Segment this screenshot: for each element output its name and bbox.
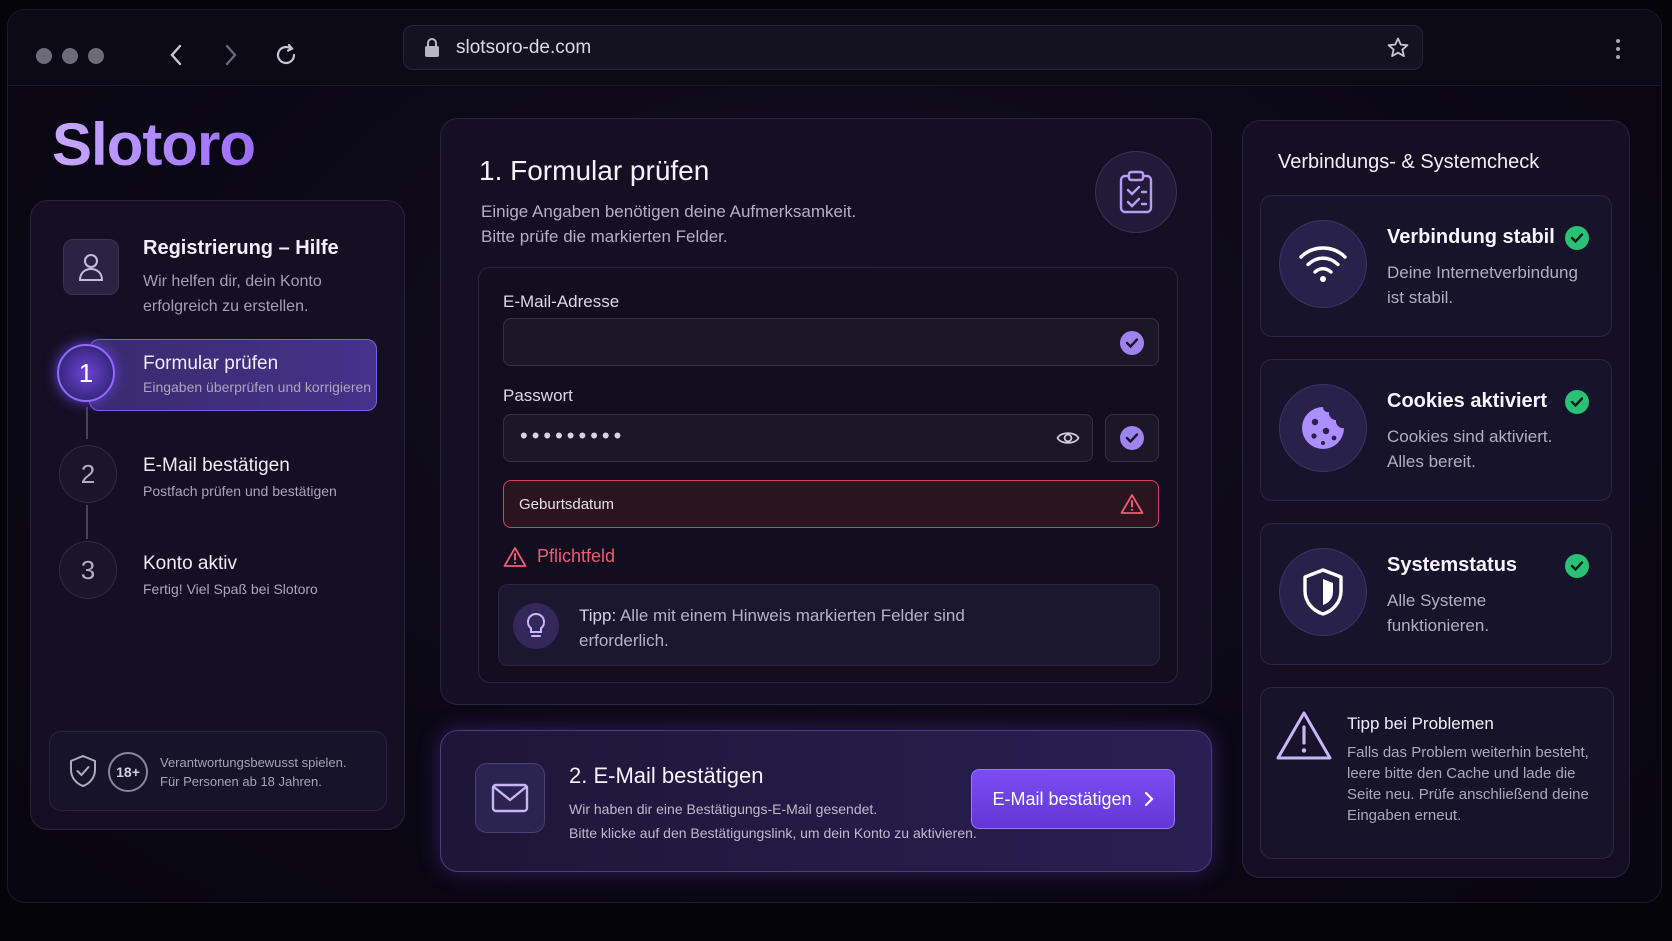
step-1-subtitle: Eingaben überprüfen und korrigieren — [143, 379, 372, 395]
tip-problems-title: Tipp bei Problemen — [1347, 714, 1494, 733]
email-step-title: 2. E-Mail bestätigen — [569, 763, 764, 788]
step-1-title: Formular prüfen — [143, 353, 279, 374]
cookies-ok-check-icon — [1565, 390, 1589, 414]
system-check-panel: Verbindungs- & Systemcheck Verbindung st… — [1242, 120, 1630, 878]
connection-card: Verbindung stabil Deine Internetverbindu… — [1260, 195, 1612, 337]
help-description: Wir helfen dir, dein Konto erfolgreich z… — [143, 273, 322, 315]
chevron-right-icon — [1144, 791, 1154, 807]
system-status-title: Systemstatus — [1387, 554, 1518, 576]
tip-problems-desc: Falls das Problem weiterhin besteht, lee… — [1347, 744, 1589, 824]
step-connector — [86, 407, 88, 439]
email-label: E-Mail-Adresse — [503, 292, 620, 311]
cookies-title: Cookies aktiviert — [1387, 390, 1548, 412]
responsible-line-1: Verantwortungsbewusst spielen. — [160, 755, 347, 770]
email-valid-check-icon — [1120, 331, 1144, 355]
bookmark-star-icon[interactable] — [1386, 36, 1410, 65]
password-field[interactable]: ••••••••• — [503, 414, 1093, 462]
system-status-desc: Alle Systeme funktionieren. — [1387, 591, 1490, 635]
lock-icon — [424, 38, 440, 63]
required-warning-icon — [503, 546, 527, 573]
system-ok-check-icon — [1565, 554, 1589, 578]
password-value: ••••••••• — [520, 423, 626, 448]
form-title: 1. Formular prüfen — [479, 155, 710, 186]
eye-icon[interactable] — [1056, 429, 1080, 452]
step-3-number: 3 — [59, 541, 117, 599]
form-check-panel: 1. Formular prüfen Einige Angaben benöti… — [440, 118, 1212, 705]
password-valid-check-icon — [1120, 426, 1144, 450]
shield-icon — [1279, 548, 1367, 636]
clipboard-check-icon — [1095, 151, 1177, 233]
step-1-number: 1 — [57, 344, 115, 402]
tip-box: Tipp: Alle mit einem Hinweis markierten … — [498, 584, 1160, 666]
address-bar[interactable]: slotsoro-de.com — [403, 25, 1423, 70]
window-close-dot[interactable] — [36, 48, 52, 64]
alert-triangle-icon — [1275, 710, 1333, 767]
confirm-email-label: E-Mail bestätigen — [992, 788, 1132, 809]
browser-menu-icon[interactable] — [1615, 38, 1621, 65]
tip-message: Alle mit einem Hinweis markierten Felder… — [579, 606, 965, 650]
step-3-subtitle: Fertig! Viel Spaß bei Slotoro — [143, 581, 318, 597]
birthdate-placeholder: Geburtsdatum — [519, 496, 615, 513]
email-desc-line-2: Bitte klicke auf den Bestätigungslink, u… — [569, 825, 977, 841]
email-desc-line-1: Wir haben dir eine Bestätigungs-E-Mail g… — [569, 801, 878, 817]
step-1-form-check[interactable] — [89, 339, 377, 411]
responsible-gaming-text: Verantwortungsbewusst spielen. Für Perso… — [160, 753, 346, 791]
user-icon — [63, 239, 119, 295]
help-title: Registrierung – Hilfe — [143, 237, 339, 259]
warning-icon — [1120, 493, 1144, 520]
step-3-title[interactable]: Konto aktiv — [143, 553, 237, 575]
envelope-icon — [475, 763, 545, 833]
email-field[interactable] — [503, 318, 1159, 366]
step-connector — [86, 505, 88, 539]
window-minimize-dot[interactable] — [62, 48, 78, 64]
troubleshooting-tip-card: Tipp bei Problemen Falls das Problem wei… — [1260, 687, 1614, 859]
cookie-icon — [1279, 384, 1367, 472]
window-maximize-dot[interactable] — [88, 48, 104, 64]
required-field-message: Pflichtfeld — [537, 546, 616, 566]
step-2-title[interactable]: E-Mail bestätigen — [143, 455, 290, 477]
password-valid-box — [1105, 414, 1159, 462]
system-check-title: Verbindungs- & Systemcheck — [1278, 151, 1540, 173]
connection-desc: Deine Internetverbindung ist stabil. — [1387, 263, 1578, 307]
confirm-email-button[interactable]: E-Mail bestätigen — [971, 769, 1175, 829]
step-2-number: 2 — [59, 445, 117, 503]
registration-help-panel: Registrierung – Hilfe Wir helfen dir, de… — [30, 200, 405, 830]
registration-form: E-Mail-Adresse Passwort ••••••••• Geburt… — [478, 267, 1178, 683]
logo[interactable]: Slotoro — [52, 110, 256, 179]
birthdate-field[interactable]: Geburtsdatum — [503, 480, 1159, 528]
back-icon[interactable] — [161, 40, 191, 70]
wifi-icon — [1279, 220, 1367, 308]
forward-icon[interactable] — [216, 40, 246, 70]
form-desc-line-1: Einige Angaben benötigen deine Aufmerksa… — [481, 202, 857, 221]
responsible-line-2: Für Personen ab 18 Jahren. — [160, 774, 322, 789]
step-2-subtitle: Postfach prüfen und bestätigen — [143, 483, 337, 499]
responsible-gaming-box: 18+ Verantwortungsbewusst spielen. Für P… — [49, 731, 387, 811]
browser-titlebar: slotsoro-de.com — [8, 10, 1661, 86]
age-18-badge: 18+ — [108, 752, 148, 792]
connection-ok-check-icon — [1565, 226, 1589, 250]
cookies-desc: Cookies sind aktiviert. Alles bereit. — [1387, 427, 1553, 471]
system-status-card: Systemstatus Alle Systeme funktionieren. — [1260, 523, 1612, 665]
connection-title: Verbindung stabil — [1387, 226, 1555, 248]
email-step-description: Wir haben dir eine Bestätigungs-E-Mail g… — [569, 797, 977, 845]
reload-icon[interactable] — [271, 40, 301, 70]
form-desc-line-2: Bitte prüfe die markierten Felder. — [481, 227, 728, 246]
url-text: slotsoro-de.com — [456, 37, 592, 58]
tip-text: Tipp: Alle mit einem Hinweis markierten … — [579, 603, 979, 653]
lightbulb-icon — [513, 603, 559, 649]
password-label: Passwort — [503, 386, 573, 405]
tip-prefix: Tipp: — [579, 606, 617, 625]
cookies-card: Cookies aktiviert Cookies sind aktiviert… — [1260, 359, 1612, 501]
email-confirm-card: 2. E-Mail bestätigen Wir haben dir eine … — [440, 730, 1212, 872]
shield-check-icon — [68, 754, 98, 793]
form-description: Einige Angaben benötigen deine Aufmerksa… — [481, 199, 856, 249]
